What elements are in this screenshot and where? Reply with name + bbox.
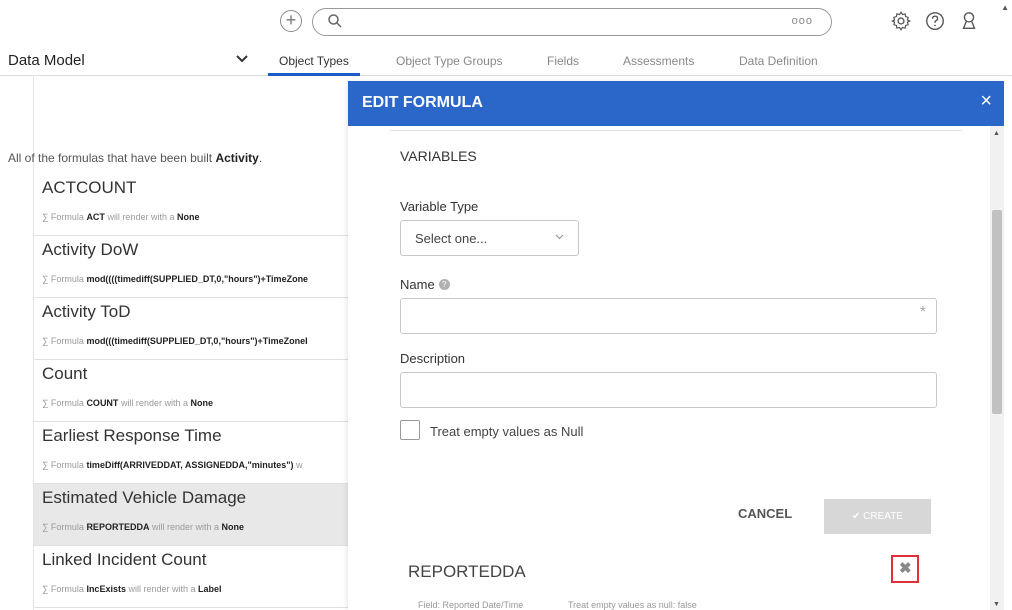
formula-list-intro: All of the formulas that have been built… — [8, 151, 263, 165]
name-field[interactable]: * — [400, 298, 937, 334]
formula-summary: ∑ Formula ACT will render with a None — [42, 212, 200, 222]
formula-item-count[interactable]: Count ∑ Formula COUNT will render with a… — [34, 360, 348, 422]
create-button[interactable]: ✔ CREATE — [824, 499, 931, 534]
formula-title: Activity DoW — [42, 240, 139, 259]
gear-icon[interactable] — [890, 10, 914, 34]
name-label: Name? — [400, 277, 450, 292]
formula-title: Activity ToD — [42, 302, 131, 321]
formula-item-actcount[interactable]: ACTCOUNT ∑ Formula ACT will render with … — [34, 174, 348, 236]
help-icon[interactable]: ? — [438, 279, 450, 290]
tab-fields[interactable]: Fields — [547, 54, 579, 68]
formula-title: Count — [42, 364, 88, 383]
variable-field-meta: Field: Reported Date/Time — [418, 600, 524, 610]
tab-assessments[interactable]: Assessments — [623, 54, 694, 68]
nav-bar: Data Model Object Types Object Type Grou… — [0, 46, 1012, 76]
tab-object-types[interactable]: Object Types — [279, 54, 349, 68]
formula-summary: ∑ Formula COUNT will render with a None — [42, 398, 213, 408]
variable-name: REPORTEDDA — [408, 562, 526, 581]
delete-variable-button[interactable]: ✖ — [891, 555, 919, 583]
formula-title: ACTCOUNT — [42, 178, 137, 197]
formula-item-activity-tod[interactable]: Activity ToD ∑ Formula mod(((timediff(SU… — [34, 298, 348, 360]
modal-body: VARIABLES Variable Type Select one... Na… — [348, 126, 988, 610]
user-icon[interactable] — [958, 10, 982, 34]
scroll-up-icon[interactable]: ▲ — [993, 130, 1000, 137]
tab-data-definition[interactable]: Data Definition — [739, 54, 818, 68]
data-model-label: Data Model — [8, 52, 85, 69]
add-icon[interactable]: + — [280, 10, 302, 32]
modal-scrollbar[interactable]: ▲ ▼ — [990, 126, 1004, 610]
formula-title: Linked Incident Count — [42, 550, 207, 569]
close-icon[interactable]: × — [980, 91, 992, 111]
variable-type-select[interactable]: Select one... — [400, 220, 579, 256]
data-model-dropdown[interactable]: Data Model — [8, 52, 248, 69]
cancel-button[interactable]: CANCEL — [738, 506, 792, 521]
divider — [390, 130, 962, 131]
tab-object-type-groups[interactable]: Object Type Groups — [396, 54, 503, 68]
description-label: Description — [400, 351, 466, 366]
help-icon[interactable] — [924, 10, 948, 34]
formula-item-activity-dow[interactable]: Activity DoW ∑ Formula mod((((timediff(S… — [34, 236, 348, 298]
scrollbar-thumb[interactable] — [992, 210, 1002, 414]
formula-title: Earliest Response Time — [42, 426, 222, 445]
treat-null-label: Treat empty values as Null — [430, 424, 584, 439]
variables-section-title: VARIABLES — [400, 148, 477, 164]
formula-summary: ∑ Formula mod(((timediff(SUPPLIED_DT,0,"… — [42, 336, 308, 346]
search-input[interactable]: ooo — [312, 8, 832, 36]
formula-item-estimated-vehicle-damage[interactable]: Estimated Vehicle Damage ∑ Formula REPOR… — [34, 484, 348, 546]
formula-list-panel: All of the formulas that have been built… — [0, 76, 348, 610]
modal-title: EDIT FORMULA — [362, 94, 483, 111]
scroll-down-icon[interactable]: ▼ — [993, 601, 1000, 608]
formula-summary: ∑ Formula IncExists will render with a L… — [42, 584, 222, 594]
treat-null-checkbox[interactable] — [400, 420, 420, 440]
required-icon: * — [919, 304, 926, 321]
formula-summary: ∑ Formula mod((((timediff(SUPPLIED_DT,0,… — [42, 274, 309, 284]
formula-title: Estimated Vehicle Damage — [42, 488, 247, 507]
description-field[interactable] — [400, 372, 937, 408]
variable-null-meta: Treat empty values as null: false — [568, 600, 697, 610]
formula-summary: ∑ Formula timeDiff(ARRIVEDDAT, ASSIGNEDD… — [42, 460, 303, 470]
formula-item-linked-incident-count[interactable]: Linked Incident Count ∑ Formula IncExist… — [34, 546, 348, 608]
search-icon — [327, 13, 343, 34]
formula-item-earliest-response-time[interactable]: Earliest Response Time ∑ Formula timeDif… — [34, 422, 348, 484]
chevron-down-icon — [555, 232, 564, 242]
chevron-down-icon — [236, 54, 248, 66]
variable-type-label: Variable Type — [400, 199, 479, 214]
page-scroll-up-icon[interactable]: ▲ — [1001, 3, 1009, 12]
modal-header: EDIT FORMULA × — [348, 81, 1004, 126]
formula-summary: ∑ Formula REPORTEDDA will render with a … — [42, 522, 244, 532]
delete-icon: ✖ — [899, 560, 912, 577]
top-bar: + ooo ▲ — [0, 0, 1012, 46]
edit-formula-modal: EDIT FORMULA × VARIABLES Variable Type S… — [348, 81, 1004, 610]
more-options-icon[interactable]: ooo — [792, 15, 813, 27]
